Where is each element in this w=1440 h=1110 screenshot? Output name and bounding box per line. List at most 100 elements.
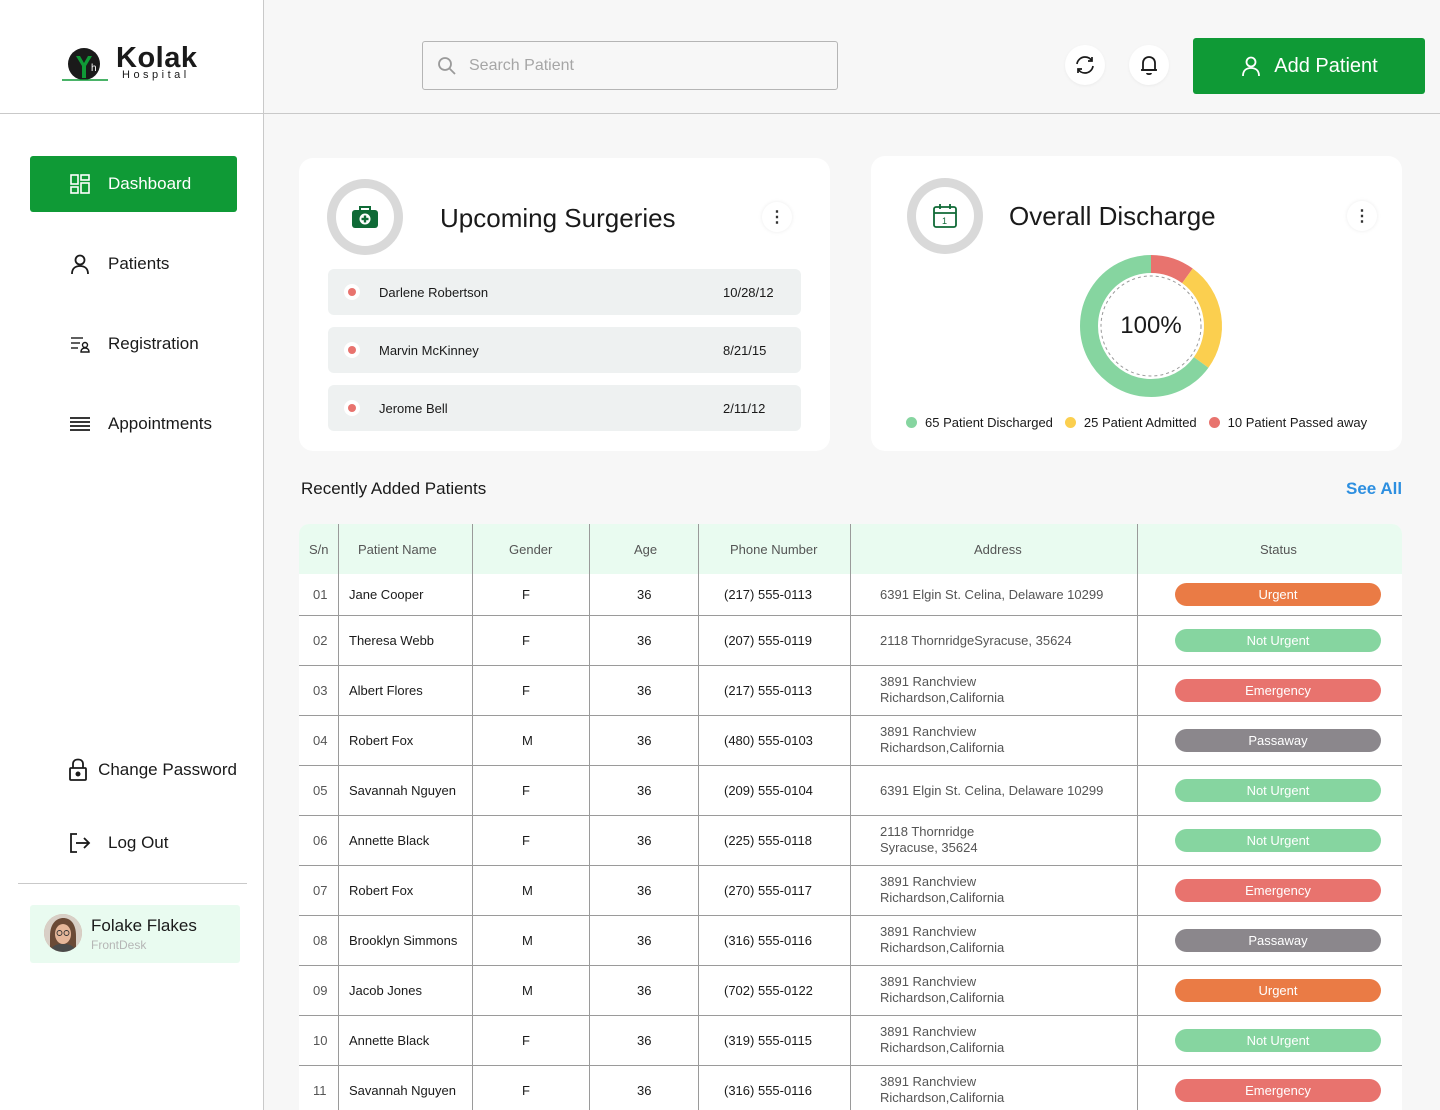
cell-gender: M [522, 933, 533, 948]
search-input[interactable] [469, 56, 809, 75]
status-badge[interactable]: Passaway [1175, 729, 1381, 752]
user-icon [68, 252, 92, 276]
cell-patient-name: Theresa Webb [349, 633, 435, 648]
cell-gender: M [522, 983, 533, 998]
column-header-address: Address [974, 541, 1022, 557]
address-line: 3891 Ranchview [880, 924, 977, 939]
status-badge[interactable]: Not Urgent [1175, 629, 1381, 652]
status-badge[interactable]: Emergency [1175, 679, 1381, 702]
sidebar-item-patients[interactable]: Patients [30, 236, 237, 292]
svg-text:h: h [91, 63, 97, 74]
address-line: Richardson,California [880, 690, 1005, 705]
legend-label: 25 Patient Admitted [1083, 415, 1197, 430]
cell-patient-name: Jane Cooper [349, 587, 424, 602]
status-badge[interactable]: Urgent [1175, 979, 1381, 1002]
cell-age: 36 [637, 833, 652, 848]
cell-phone: (480) 555-0103 [724, 733, 813, 748]
discharge-more-button[interactable]: ⋮ [1347, 201, 1377, 231]
status-badge[interactable]: Emergency [1175, 1079, 1381, 1102]
bell-icon [1141, 56, 1157, 76]
status-dot-icon [344, 342, 360, 358]
status-badge[interactable]: Not Urgent [1175, 779, 1381, 802]
cell-address: 3891 Ranchview Richardson,California [880, 724, 1130, 756]
cell-address: 3891 Ranchview Richardson,California [880, 1024, 1130, 1056]
cell-gender: F [522, 633, 530, 648]
cell-age: 36 [637, 633, 652, 648]
see-all-link[interactable]: See All [1346, 479, 1402, 499]
cell-age: 36 [637, 683, 652, 698]
table-row[interactable]: 04 Robert Fox M 36 (480) 555-0103 3891 Ranchv… [299, 716, 1402, 766]
table-row[interactable]: 09 Jacob Jones M 36 (702) 555-0122 3891 Ranch… [299, 966, 1402, 1016]
refresh-icon [1076, 56, 1094, 74]
top-bar: Add Patient [264, 0, 1440, 114]
medical-kit-icon [352, 206, 378, 228]
search-box[interactable] [422, 41, 838, 90]
address-line: 3891 Ranchview [880, 974, 977, 989]
refresh-button[interactable] [1065, 45, 1105, 85]
hospital-logo-icon: h [62, 48, 108, 81]
column-header-age: Age [634, 541, 658, 557]
surgeries-more-button[interactable]: ⋮ [762, 202, 792, 232]
column-header-gender: Gender [509, 541, 553, 557]
surgery-patient-name: Marvin McKinney [379, 343, 479, 358]
cell-age: 36 [637, 1083, 652, 1098]
cell-age: 36 [637, 783, 652, 798]
discharge-donut-chart: 100% [1078, 253, 1224, 399]
add-patient-label: Add Patient [1274, 54, 1378, 77]
table-row[interactable]: 10 Annette Black F 36 (319) 555-0115 3891 Ran… [299, 1016, 1402, 1066]
cell-patient-name: Albert Flores [349, 683, 423, 698]
cell-sn: 04 [313, 733, 328, 748]
surgery-row[interactable]: Darlene Robertson 10/28/12 [328, 269, 801, 315]
table-row[interactable]: 03 Albert Flores F 36 (217) 555-0113 3891 Ran… [299, 666, 1402, 716]
change-password-button[interactable]: Change Password [30, 742, 237, 798]
surgery-date: 10/28/12 [723, 285, 774, 300]
logout-icon [68, 831, 92, 855]
sidebar-item-appointments[interactable]: Appointments [30, 396, 237, 452]
notifications-button[interactable] [1129, 45, 1169, 85]
cell-address: 3891 Ranchview Richardson,California [880, 874, 1130, 906]
surgery-row[interactable]: Jerome Bell 2/11/12 [328, 385, 801, 431]
legend-item-passed-away: 10 Patient Passed away [1208, 415, 1367, 430]
cell-age: 36 [637, 983, 652, 998]
sidebar-item-label: Dashboard [108, 174, 192, 193]
kebab-icon: ⋮ [1354, 208, 1370, 225]
status-badge[interactable]: Urgent [1175, 583, 1381, 606]
status-badge[interactable]: Passaway [1175, 929, 1381, 952]
address-line: 6391 Elgin St. Celina, Delaware 10299 [880, 783, 1104, 798]
cell-address: 6391 Elgin St. Celina, Delaware 10299 [880, 587, 1130, 603]
address-line: Syracuse, 35624 [880, 840, 978, 855]
surgery-row[interactable]: Marvin McKinney 8/21/15 [328, 327, 801, 373]
status-badge[interactable]: Emergency [1175, 879, 1381, 902]
address-line: 2118 Thornridge [880, 824, 975, 839]
status-badge[interactable]: Not Urgent [1175, 1029, 1381, 1052]
user-profile-card[interactable]: Folake Flakes FrontDesk [30, 905, 240, 963]
sidebar-item-dashboard[interactable]: Dashboard [30, 156, 237, 212]
column-header-phone: Phone Number [730, 541, 818, 557]
cell-sn: 11 [313, 1083, 327, 1098]
table-row[interactable]: 02 Theresa Webb F 36 (207) 555-0119 2118 Thor… [299, 616, 1402, 666]
dashboard-icon [68, 172, 92, 196]
sidebar-item-registration[interactable]: Registration [30, 316, 237, 372]
cell-phone: (270) 555-0117 [724, 883, 812, 898]
add-patient-button[interactable]: Add Patient [1193, 38, 1425, 94]
cell-patient-name: Robert Fox [349, 883, 414, 898]
legend-dot-icon [1208, 417, 1220, 428]
table-row[interactable]: 11 Savannah Nguyen F 36 (316) 555-0116 3891 R… [299, 1066, 1402, 1110]
cell-patient-name: Annette Black [349, 833, 430, 848]
address-line: 3891 Ranchview [880, 674, 977, 689]
table-row[interactable]: 06 Annette Black F 36 (225) 555-0118 2118 Tho… [299, 816, 1402, 866]
search-icon [438, 56, 456, 75]
logout-label: Log Out [108, 833, 169, 852]
cell-gender: F [522, 1033, 530, 1048]
cell-gender: M [522, 733, 533, 748]
table-row[interactable]: 08 Brooklyn Simmons M 36 (316) 555-0116 3891 … [299, 916, 1402, 966]
table-row[interactable]: 01 Jane Cooper F 36 (217) 555-0113 6391 Elgin… [299, 574, 1402, 616]
table-row[interactable]: 07 Robert Fox M 36 (270) 555-0117 3891 Ranchv… [299, 866, 1402, 916]
logout-button[interactable]: Log Out [30, 815, 237, 871]
status-badge[interactable]: Not Urgent [1175, 829, 1381, 852]
cell-address: 3891 Ranchview Richardson,California [880, 674, 1130, 706]
surgery-date: 8/21/15 [723, 343, 767, 358]
table-row[interactable]: 05 Savannah Nguyen F 36 (209) 555-0104 6391 E… [299, 766, 1402, 816]
cell-patient-name: Jacob Jones [349, 983, 422, 998]
address-line: Richardson,California [880, 940, 1005, 955]
